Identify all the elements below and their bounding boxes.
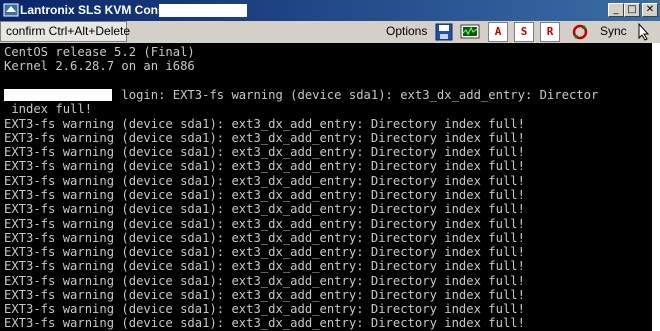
options-menu[interactable]: Options (386, 24, 427, 38)
ctrl-alt-delete-button[interactable]: confirm Ctrl+Alt+Delete (0, 21, 130, 42)
console-line: EXT3-fs warning (device sda1): ext3_dx_a… (4, 145, 525, 159)
console-line: index full! (4, 102, 93, 116)
console-line: EXT3-fs warning (device sda1): ext3_dx_a… (4, 188, 525, 202)
send-ctrl-r-button[interactable]: R (540, 22, 560, 42)
redacted-hostname (159, 4, 247, 17)
console-line: EXT3-fs warning (device sda1): ext3_dx_a… (4, 316, 525, 330)
send-ctrl-a-button[interactable]: A (488, 22, 508, 42)
console-line: EXT3-fs warning (device sda1): ext3_dx_a… (4, 302, 525, 316)
send-ctrl-s-button[interactable]: S (514, 22, 534, 42)
console-line: EXT3-fs warning (device sda1): ext3_dx_a… (4, 174, 525, 188)
console-line: CentOS release 5.2 (Final) (4, 45, 195, 59)
window-edge (652, 43, 660, 331)
console-line: Kernel 2.6.28.7 on an i686 (4, 59, 195, 73)
close-button[interactable]: ✕ (642, 3, 658, 17)
console-line: EXT3-fs warning (device sda1): ext3_dx_a… (4, 259, 525, 273)
save-disk-icon[interactable] (434, 22, 454, 42)
monitor-graph-icon[interactable] (460, 22, 480, 42)
sync-arrows-icon[interactable] (570, 22, 590, 42)
kvm-console-screen[interactable]: CentOS release 5.2 (Final) Kernel 2.6.28… (0, 43, 652, 331)
toolbar: confirm Ctrl+Alt+Delete Options A S R Sy… (0, 21, 660, 43)
console-line: EXT3-fs warning (device sda1): ext3_dx_a… (4, 217, 525, 231)
pointer-icon[interactable] (634, 22, 654, 42)
console-line: EXT3-fs warning (device sda1): ext3_dx_a… (4, 288, 525, 302)
minimize-button[interactable]: _ (608, 3, 624, 17)
console-line: EXT3-fs warning (device sda1): ext3_dx_a… (4, 231, 525, 245)
console-line: EXT3-fs warning (device sda1): ext3_dx_a… (4, 274, 525, 288)
console-line: EXT3-fs warning (device sda1): ext3_dx_a… (4, 159, 525, 173)
title-bar[interactable]: Lantronix SLS KVM Console - _ □ ✕ (0, 0, 660, 21)
console-line: EXT3-fs warning (device sda1): ext3_dx_a… (4, 202, 525, 216)
lantronix-logo-icon (3, 3, 19, 17)
maximize-button[interactable]: □ (624, 3, 640, 17)
console-line: EXT3-fs warning (device sda1): ext3_dx_a… (4, 117, 525, 131)
console-line: EXT3-fs warning (device sda1): ext3_dx_a… (4, 245, 525, 259)
console-line: EXT3-fs warning (device sda1): ext3_dx_a… (4, 131, 525, 145)
redacted-hostname (4, 89, 112, 101)
sync-label[interactable]: Sync (600, 24, 627, 38)
